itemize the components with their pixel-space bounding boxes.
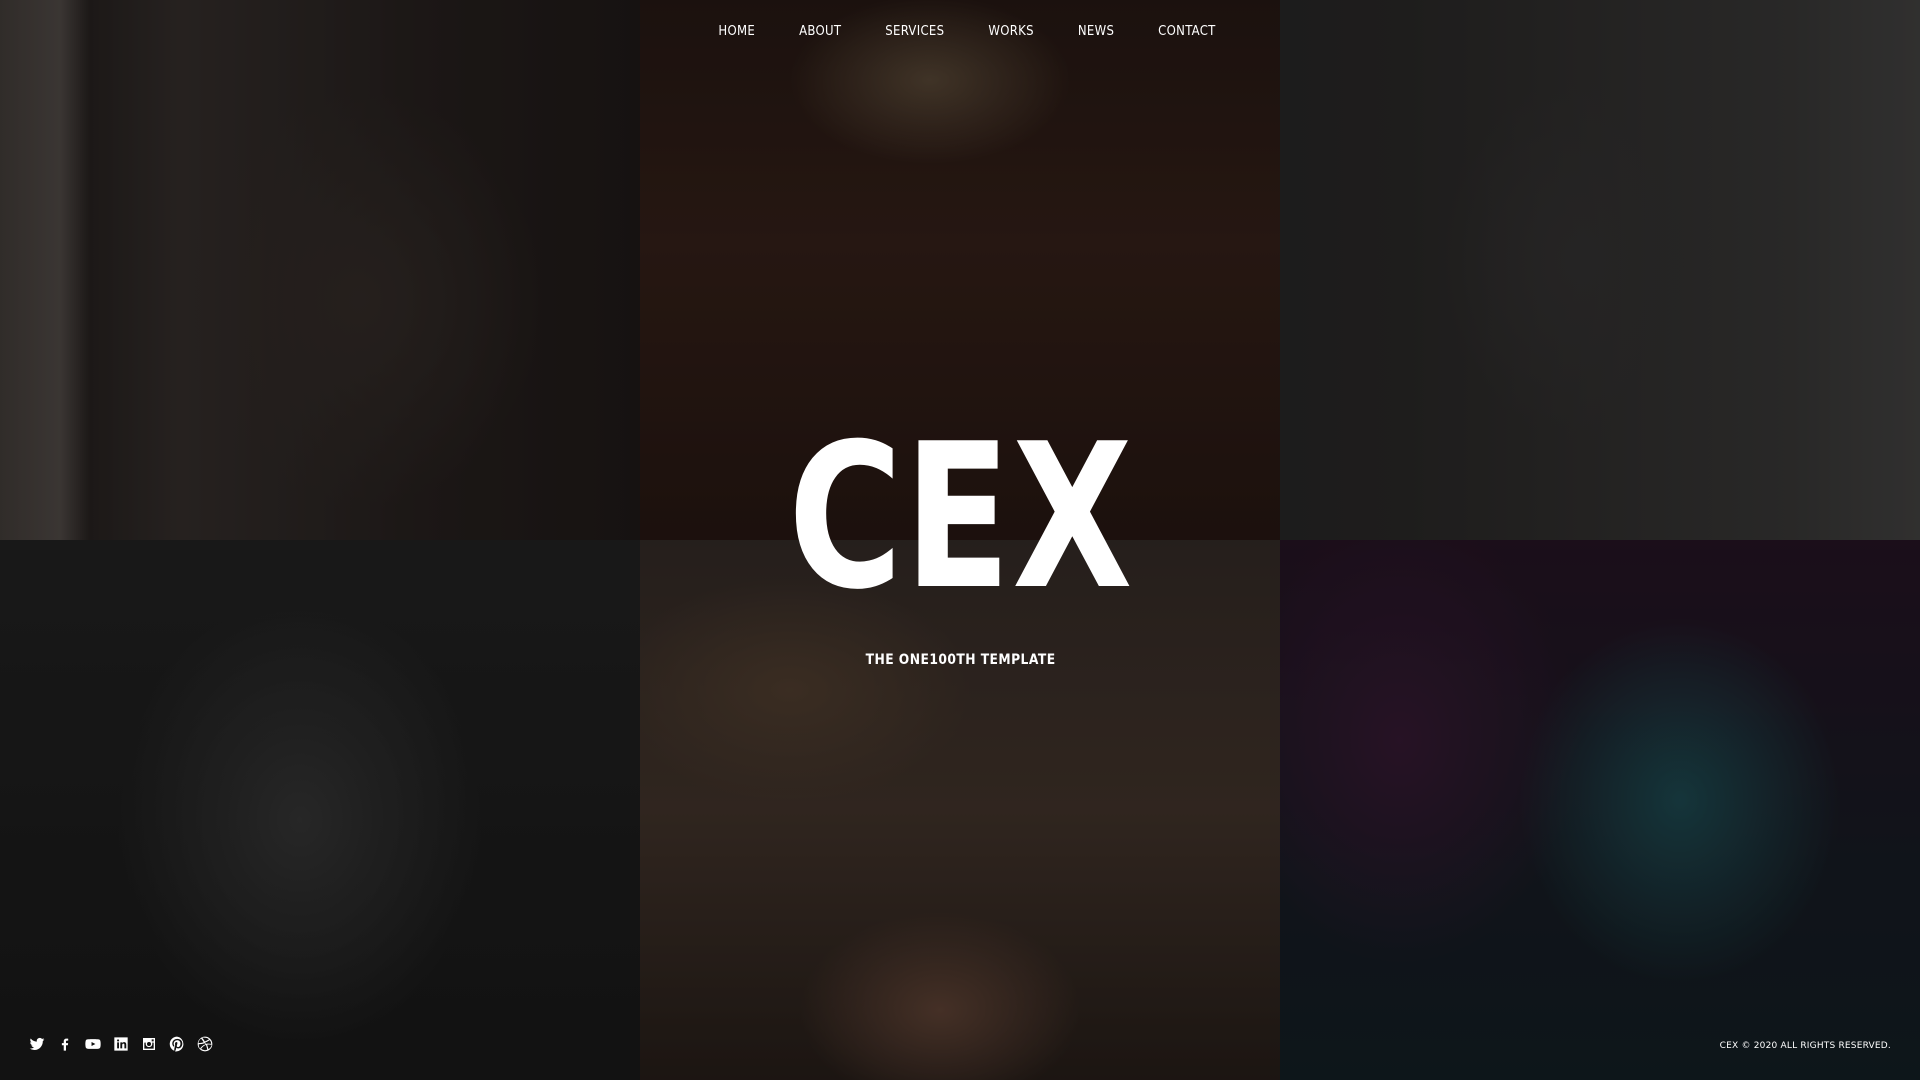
- nav-item-contact[interactable]: CONTACT: [1158, 24, 1215, 39]
- nav-item-home[interactable]: HOME: [718, 24, 755, 39]
- linkedin-icon[interactable]: [112, 1035, 130, 1053]
- youtube-icon[interactable]: [84, 1035, 102, 1053]
- dribbble-icon[interactable]: [196, 1035, 214, 1053]
- nav-item-news[interactable]: NEWS: [1078, 24, 1114, 39]
- nav-item-works[interactable]: WORKS: [988, 24, 1034, 39]
- copyright-text: CEX © 2020 ALL RIGHTS RESERVED.: [1719, 1041, 1891, 1051]
- hero-title: CEX: [788, 401, 1135, 634]
- photo-couple: [0, 540, 640, 1080]
- hero-subtitle: THE ONE100TH TEMPLATE: [865, 652, 1056, 668]
- photo-woman-sunglasses: [1280, 540, 1920, 1080]
- twitter-icon[interactable]: [28, 1035, 46, 1053]
- nav-list: HOME ABOUT SERVICES WORKS NEWS CONTACT: [718, 24, 1215, 39]
- instagram-icon[interactable]: [140, 1035, 158, 1053]
- nav-item-services[interactable]: SERVICES: [885, 24, 944, 39]
- pinterest-icon[interactable]: [168, 1035, 186, 1053]
- main-navigation: HOME ABOUT SERVICES WORKS NEWS CONTACT: [0, 24, 1920, 39]
- nav-item-about[interactable]: ABOUT: [799, 24, 841, 39]
- social-links: [28, 1035, 214, 1053]
- facebook-icon[interactable]: [56, 1035, 74, 1053]
